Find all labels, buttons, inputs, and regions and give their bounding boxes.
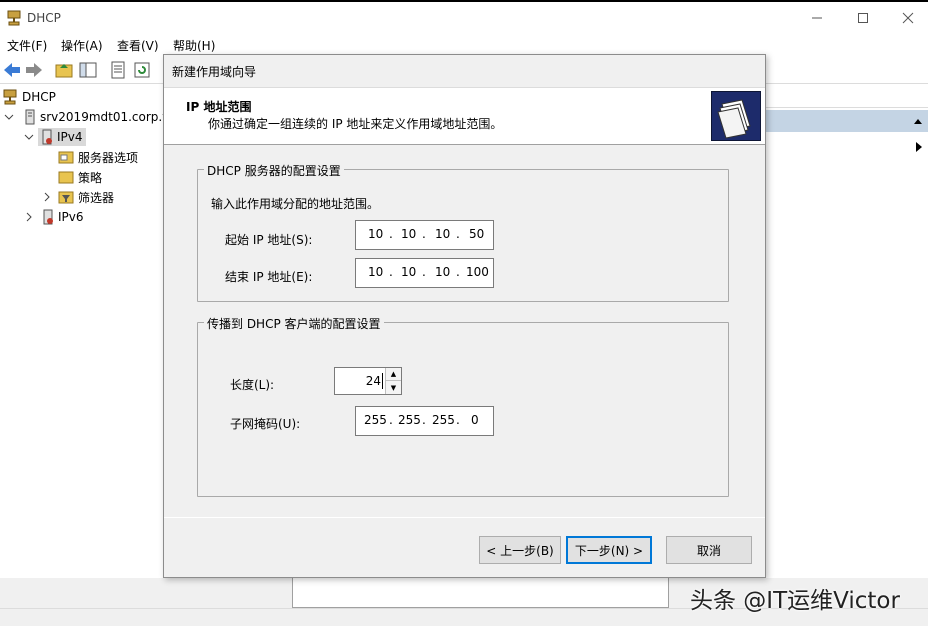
length-spinner[interactable]: 24 ▲ ▼: [334, 367, 402, 395]
ip-dot: .: [389, 413, 393, 427]
wizard-header: IP 地址范围 你通过确定一组连续的 IP 地址来定义作用域地址范围。: [164, 87, 765, 145]
dialog-title: 新建作用域向导: [172, 65, 257, 79]
actions-section[interactable]: [765, 110, 928, 132]
ip-dot: .: [422, 227, 426, 241]
ip-dot: .: [422, 265, 426, 279]
ip-dot: .: [456, 265, 460, 279]
menu-view[interactable]: 查看(V): [117, 37, 159, 54]
watermark: 头条 @IT运维Victor: [690, 588, 900, 614]
minimize-icon: [812, 17, 822, 19]
dhcp-app-icon: [7, 10, 21, 26]
up-folder-icon[interactable]: [54, 60, 74, 80]
next-button[interactable]: 下一步(N) >: [566, 536, 652, 564]
tree-item-server[interactable]: srv2019mdt01.corp.v: [4, 107, 165, 127]
dhcp-icon: [3, 89, 17, 105]
policies-icon: [58, 171, 74, 184]
menu-file[interactable]: 文件(F): [7, 37, 47, 54]
chevron-right-icon: [26, 212, 32, 222]
server-config-group: DHCP 服务器的配置设置 输入此作用域分配的地址范围。 起始 IP 地址(S)…: [197, 162, 729, 302]
wizard-step-subtitle: 你通过确定一组连续的 IP 地址来定义作用域地址范围。: [208, 117, 503, 131]
spinner-buttons: ▲ ▼: [385, 368, 401, 394]
client-config-group-title: 传播到 DHCP 客户端的配置设置: [204, 315, 384, 332]
properties-icon[interactable]: [108, 60, 128, 80]
subnet-mask-label: 子网掩码(U):: [230, 417, 301, 431]
tree-item-policies[interactable]: 策略: [58, 167, 102, 187]
maximize-icon: [858, 13, 868, 23]
forward-arrow-icon[interactable]: [24, 60, 44, 80]
actions-pane: [765, 86, 928, 596]
menu-action[interactable]: 操作(A): [61, 37, 103, 54]
dialog-separator: [164, 517, 765, 518]
end-ip-input[interactable]: 10 . 10 . 10 . 100: [355, 258, 494, 288]
chevron-right-icon: [44, 192, 50, 202]
more-actions-arrow-icon[interactable]: [916, 142, 922, 152]
server-options-icon: [58, 151, 74, 164]
back-button[interactable]: < 上一步(B): [479, 536, 561, 564]
maximize-button[interactable]: [840, 4, 886, 32]
tree-item-ipv4[interactable]: IPv4: [24, 127, 86, 147]
ip-dot: .: [389, 227, 393, 241]
length-value: 24: [365, 374, 381, 388]
title-bar: DHCP: [0, 2, 928, 32]
menu-help[interactable]: 帮助(H): [173, 37, 215, 54]
console-tree-icon[interactable]: [78, 60, 98, 80]
menu-bar: 文件(F) 操作(A) 查看(V) 帮助(H): [0, 34, 928, 54]
ip-dot: .: [456, 227, 460, 241]
wizard-step-title: IP 地址范围: [186, 100, 252, 114]
server-icon: [25, 109, 35, 125]
ipv6-icon: [43, 209, 53, 225]
actions-header: [765, 86, 928, 108]
close-icon: [902, 12, 914, 24]
console-tree: DHCP srv2019mdt01.corp.v IPv4 服务器选项 策略 筛…: [0, 86, 165, 596]
ip-dot: .: [389, 265, 393, 279]
range-instruction: 输入此作用域分配的地址范围。: [211, 197, 380, 211]
chevron-down-icon: [4, 114, 14, 120]
collapse-up-icon[interactable]: [914, 118, 922, 124]
spin-down-button[interactable]: ▼: [386, 381, 401, 394]
chevron-down-icon: [24, 134, 34, 140]
new-scope-wizard-dialog: 新建作用域向导 IP 地址范围 你通过确定一组连续的 IP 地址来定义作用域地址…: [163, 54, 766, 578]
filters-icon: [58, 191, 74, 204]
start-ip-label: 起始 IP 地址(S):: [225, 233, 313, 247]
result-pane-bottom: [292, 578, 669, 608]
close-button[interactable]: [885, 4, 928, 32]
refresh-icon[interactable]: [132, 60, 152, 80]
tree-item-filters[interactable]: 筛选器: [42, 187, 114, 207]
back-arrow-icon[interactable]: [2, 60, 22, 80]
start-ip-input[interactable]: 10 . 10 . 10 . 50: [355, 220, 494, 250]
server-config-group-title: DHCP 服务器的配置设置: [204, 162, 344, 179]
end-ip-label: 结束 IP 地址(E):: [225, 270, 313, 284]
ip-dot: .: [422, 413, 426, 427]
ip-dot: .: [456, 413, 460, 427]
client-config-group: 传播到 DHCP 客户端的配置设置 长度(L): 24 ▲ ▼ 子网掩码(U):…: [197, 315, 729, 497]
ipv4-icon: [42, 129, 52, 145]
window-title: DHCP: [27, 11, 61, 25]
tree-item-dhcp[interactable]: DHCP: [2, 87, 56, 107]
cancel-button[interactable]: 取消: [666, 536, 752, 564]
tree-item-ipv6[interactable]: IPv6: [24, 207, 84, 227]
spin-up-button[interactable]: ▲: [386, 368, 401, 381]
length-label: 长度(L):: [230, 378, 275, 392]
tree-item-server-options[interactable]: 服务器选项: [58, 147, 138, 167]
text-caret: [382, 373, 383, 389]
subnet-mask-input[interactable]: 255 . 255 . 255 . 0: [355, 406, 494, 436]
minimize-button[interactable]: [794, 4, 840, 32]
wizard-folder-icon: [711, 91, 761, 141]
selection-highlight: IPv4: [38, 128, 86, 146]
